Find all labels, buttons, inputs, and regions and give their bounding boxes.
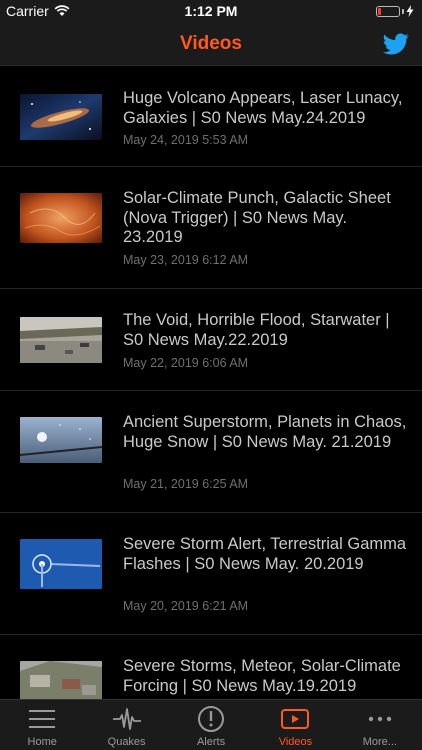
tab-label: Videos	[278, 736, 313, 748]
video-title: Ancient Superstorm, Planets in Chaos, Hu…	[123, 413, 407, 451]
video-date: May 23, 2019 6:12 AM	[123, 253, 249, 267]
seismograph-icon	[112, 708, 141, 730]
video-list[interactable]: Huge Volcano Appears, Laser Lunacy, Gala…	[0, 67, 422, 699]
page-title: Videos	[180, 33, 242, 54]
tab-alerts[interactable]: Alerts	[169, 700, 253, 750]
battery-indicator	[376, 5, 414, 17]
snowstorm-thumbnail	[20, 417, 102, 463]
tab-bar: Home Quakes Alerts Videos More...	[0, 699, 422, 750]
tab-label: Home	[27, 736, 57, 748]
video-date: May 21, 2019 6:25 AM	[123, 477, 249, 491]
video-row[interactable]: Severe Storm Alert, Terrestrial Gamma Fl…	[0, 513, 422, 635]
coronagraph-thumbnail	[20, 539, 102, 589]
video-row[interactable]: The Void, Horrible Flood, Starwater | S0…	[0, 289, 422, 391]
galaxy-thumbnail	[20, 94, 102, 140]
navigation-bar: Videos	[0, 22, 422, 66]
video-title: Severe Storms, Meteor, Solar-Climate For…	[123, 657, 401, 695]
tab-home[interactable]: Home	[0, 700, 84, 750]
tab-label: Quakes	[107, 736, 146, 748]
tab-label: Alerts	[196, 736, 226, 748]
video-title: Huge Volcano Appears, Laser Lunacy, Gala…	[123, 89, 403, 127]
video-title: Solar-Climate Punch, Galactic Sheet (Nov…	[123, 189, 391, 246]
video-date: May 22, 2019 6:06 AM	[123, 356, 249, 370]
video-date: May 20, 2019 6:21 AM	[123, 599, 249, 613]
menu-icon	[29, 710, 56, 728]
tab-videos[interactable]: Videos	[253, 700, 337, 750]
alert-icon	[198, 706, 225, 732]
tab-label: More...	[362, 736, 397, 748]
status-bar: Carrier 1:12 PM	[0, 0, 422, 22]
storm-damage-thumbnail	[20, 661, 102, 699]
video-title: The Void, Horrible Flood, Starwater | S0…	[123, 311, 390, 349]
sun-surface-thumbnail	[20, 193, 102, 243]
tab-more[interactable]: More...	[338, 700, 422, 750]
charging-bolt-icon	[406, 5, 414, 17]
video-row[interactable]: Ancient Superstorm, Planets in Chaos, Hu…	[0, 391, 422, 513]
twitter-icon[interactable]	[382, 31, 410, 57]
video-row[interactable]: Solar-Climate Punch, Galactic Sheet (Nov…	[0, 167, 422, 289]
battery-icon	[376, 5, 400, 17]
video-row[interactable]: Severe Storms, Meteor, Solar-Climate For…	[0, 635, 422, 699]
battery-fill	[378, 7, 382, 15]
tab-quakes[interactable]: Quakes	[84, 700, 168, 750]
more-dots-icon	[368, 716, 392, 722]
video-title: Severe Storm Alert, Terrestrial Gamma Fl…	[123, 535, 407, 573]
status-time: 1:12 PM	[184, 3, 238, 19]
battery-tip	[402, 8, 404, 14]
flood-thumbnail	[20, 317, 102, 363]
video-date: May 24, 2019 5:53 AM	[123, 133, 249, 147]
video-row[interactable]: Huge Volcano Appears, Laser Lunacy, Gala…	[0, 67, 422, 167]
video-play-icon	[281, 709, 310, 729]
